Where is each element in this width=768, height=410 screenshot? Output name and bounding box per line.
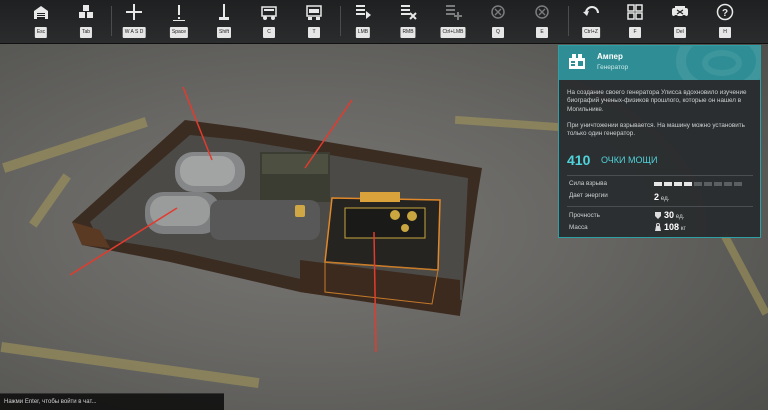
durability-label: Прочность <box>569 212 600 219</box>
explosion-bar-segment <box>674 182 682 186</box>
explosion-bar-segment <box>734 182 742 186</box>
toolbar-separator <box>340 6 341 36</box>
durability-value: 30 ед. <box>654 210 685 220</box>
key-hint: W A S D <box>122 27 146 38</box>
add-button[interactable]: Ctrl+LMB <box>436 3 470 41</box>
explosion-bar-segment <box>664 182 672 186</box>
vehicle-icon <box>305 3 323 21</box>
explosion-label: Сила взрыва <box>569 180 607 187</box>
generator-icon <box>568 52 586 70</box>
key-hint: Esc <box>34 27 48 38</box>
toolbar-separator <box>111 6 112 36</box>
paint-button[interactable]: C <box>252 3 286 41</box>
rotate-right-button[interactable]: E <box>525 3 559 41</box>
garage-button[interactable]: Esc <box>24 3 58 41</box>
key-hint: Space <box>169 27 189 38</box>
mass-label: Масса <box>569 224 588 231</box>
weight-icon <box>654 223 662 231</box>
move-button[interactable]: W A S D <box>117 3 151 41</box>
mass-number: 108 <box>664 222 680 232</box>
build-toolbar: Esc Tab W A S D Space Shift C T LMB RMB … <box>0 0 768 44</box>
parts-button[interactable]: Tab <box>69 3 103 41</box>
antenna-icon <box>215 3 233 21</box>
key-hint: T <box>308 27 320 38</box>
layout-button[interactable]: F <box>618 3 652 41</box>
energy-label: Дает энергии <box>569 192 608 199</box>
power-score-value: 410 <box>567 152 591 168</box>
select-icon <box>354 3 372 21</box>
help-button[interactable]: ? H <box>708 3 742 41</box>
explosion-bar-segment <box>684 182 692 186</box>
mass-unit: кг <box>680 225 686 232</box>
undo-button[interactable]: Ctrl+Z <box>574 3 608 41</box>
explosion-bar-segment <box>694 182 702 186</box>
layout-icon <box>626 3 644 21</box>
add-icon <box>444 3 462 21</box>
car-stats-button[interactable]: Del <box>663 3 697 41</box>
explosion-bar-segment <box>704 182 712 186</box>
explosion-bar-segment <box>724 182 732 186</box>
toolbar-separator <box>568 6 569 36</box>
chat-input[interactable]: Нажми Enter, чтобы войти в чат... <box>0 393 224 410</box>
key-hint: LMB <box>355 27 371 38</box>
key-hint: Ctrl+LMB <box>440 27 466 38</box>
durability-unit: ед. <box>675 213 685 220</box>
explosion-bar <box>654 182 744 186</box>
key-hint: F <box>629 27 641 38</box>
rotate-right-icon <box>533 3 551 21</box>
energy-value: 2 ед. <box>654 192 670 202</box>
power-score-label: ОЧКИ МОЩИ <box>601 155 658 165</box>
part-name: Ампер <box>597 52 623 61</box>
key-hint: C <box>263 27 275 38</box>
remove-icon <box>399 3 417 21</box>
explosion-bar-segment <box>714 182 722 186</box>
parts-icon <box>77 3 95 21</box>
explosion-bar-segment <box>654 182 662 186</box>
mass-value: 108 кг <box>654 222 686 232</box>
divider <box>567 175 753 176</box>
key-hint: RMB <box>400 27 416 38</box>
remove-button[interactable]: RMB <box>391 3 425 41</box>
warning-button[interactable]: Space <box>162 3 196 41</box>
durability-number: 30 <box>664 210 675 220</box>
car-stats-icon <box>671 3 689 21</box>
warning-icon <box>170 3 188 21</box>
key-hint: Tab <box>79 27 93 38</box>
part-description-note: При уничтожении взрывается. На машину мо… <box>567 122 745 138</box>
garage-icon <box>32 3 50 21</box>
undo-icon <box>582 3 600 21</box>
select-button[interactable]: LMB <box>346 3 380 41</box>
energy-number: 2 <box>654 192 660 202</box>
key-hint: Ctrl+Z <box>582 27 600 38</box>
help-icon: ? <box>716 3 734 21</box>
part-description: На создание своего генератора Улисса вдо… <box>567 89 747 113</box>
key-hint: Q <box>492 27 504 38</box>
panel-header: Ампер Генератор <box>559 46 760 80</box>
paint-icon <box>260 3 278 21</box>
key-hint: H <box>719 27 731 38</box>
part-type: Генератор <box>597 64 629 71</box>
rotate-left-button[interactable]: Q <box>481 3 515 41</box>
key-hint: E <box>536 27 548 38</box>
part-info-panel: Ампер Генератор На создание своего генер… <box>558 45 761 238</box>
divider <box>567 206 753 207</box>
key-hint: Del <box>674 27 686 38</box>
header-decoration <box>702 50 742 76</box>
rotate-left-icon <box>489 3 507 21</box>
key-hint: Shift <box>216 27 232 38</box>
vehicle-button[interactable]: T <box>297 3 331 41</box>
shield-icon <box>654 211 662 219</box>
energy-unit: ед. <box>660 195 670 202</box>
antenna-button[interactable]: Shift <box>207 3 241 41</box>
move-icon <box>125 3 143 21</box>
svg-text:?: ? <box>722 8 728 19</box>
